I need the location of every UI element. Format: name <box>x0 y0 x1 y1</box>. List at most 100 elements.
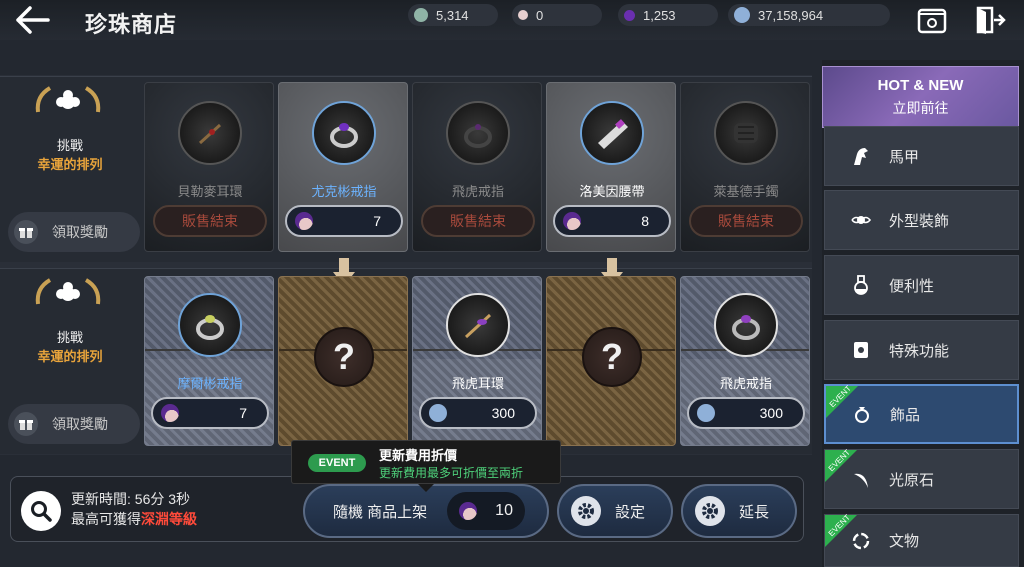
item-name: 洛美因腰帶 <box>579 184 645 199</box>
sidebar-item-horse-armor[interactable]: 馬甲 <box>824 126 1019 186</box>
laurel-wreath-icon <box>35 278 101 305</box>
sidebar-item-label: 特殊功能 <box>889 342 950 360</box>
claim-reward-button[interactable]: 領取獎勵 <box>8 404 140 444</box>
currency-value: 0 <box>536 7 544 23</box>
mystery-card[interactable]: ? <box>546 276 676 446</box>
price-tag: 300 <box>419 397 537 429</box>
sidebar-item-label: 便利性 <box>889 277 935 295</box>
ring-icon <box>330 123 358 148</box>
crystal-icon <box>624 9 635 21</box>
ring-icon <box>464 124 492 148</box>
item-orb <box>178 101 242 165</box>
gift-icon <box>14 412 38 436</box>
shop-card[interactable]: 摩爾彬戒指 7 <box>144 276 274 446</box>
price-value: 7 <box>239 405 247 421</box>
sidebar-item-artifact[interactable]: EVENT 文物 <box>824 513 1019 567</box>
bracelet-icon <box>734 123 758 143</box>
item-orb <box>580 101 644 165</box>
extend-label: 延長 <box>739 503 770 521</box>
sidebar-item-special-function[interactable]: 特殊功能 <box>824 320 1019 380</box>
item-orb <box>714 101 778 165</box>
shop-card[interactable]: 飛虎戒指 300 <box>680 276 810 446</box>
challenge-title: 幸運的排列 <box>37 157 103 172</box>
currency-silver-pearl: 5,314 <box>408 4 498 26</box>
tooltip-title: 更新費用折價 <box>379 448 458 463</box>
price-tag: 300 <box>687 397 805 429</box>
exit-door-icon[interactable] <box>974 4 1006 36</box>
sidebar-item-label: 光原石 <box>889 471 935 489</box>
sidebar-item-label: 外型裝飾 <box>889 212 950 230</box>
earring-icon <box>464 313 492 339</box>
shop-card[interactable]: 貝勒麥耳環 販售結束 <box>144 82 274 252</box>
page-title: 珍珠商店 <box>85 12 178 37</box>
gear-icon <box>571 496 601 526</box>
shop-card[interactable]: 尤克彬戒指 7 <box>278 82 408 252</box>
claim-reward-button[interactable]: 領取獎勵 <box>8 212 140 252</box>
restock-cost: 10 <box>447 492 525 530</box>
max-obtain-label: 最高可獲得 <box>71 511 141 527</box>
challenge-title: 幸運的排列 <box>37 349 103 364</box>
shop-card[interactable]: 飛虎耳環 300 <box>412 276 542 446</box>
shop-card[interactable]: 飛虎戒指 販售結束 <box>412 82 542 252</box>
refresh-time: 更新時間: 56分 3秒 <box>71 491 191 507</box>
item-name: 飛虎耳環 <box>451 376 504 391</box>
item-orb <box>446 293 510 357</box>
scroll-icon <box>849 338 873 362</box>
silver-coin-icon <box>697 404 715 422</box>
bottom-bar: 更新時間: 56分 3秒 最高可獲得深淵等級 隨機 商品上架 10 設定 延長 <box>10 476 804 542</box>
claim-reward-label: 領取獎勵 <box>52 416 108 432</box>
price-tag: 8 <box>553 205 671 237</box>
item-name: 飛虎戒指 <box>451 184 504 199</box>
sidebar-item-accessories[interactable]: EVENT 飾品 <box>824 384 1019 444</box>
currency-silver: 37,158,964 <box>728 4 890 26</box>
sidebar-item-label: 文物 <box>889 533 920 550</box>
top-bar: 珍珠商店 5,314 0 1,253 37,158,964 <box>0 0 1024 40</box>
event-tooltip: EVENT 更新費用折價 更新費用最多可折價至兩折 <box>291 440 561 492</box>
item-name: 貝勒麥耳環 <box>177 184 243 199</box>
item-name: 萊基德手鐲 <box>713 184 779 199</box>
shop-card[interactable]: 萊基德手鐲 販售結束 <box>680 82 810 252</box>
item-orb <box>714 293 778 357</box>
back-arrow-icon[interactable] <box>12 4 52 36</box>
item-name: 飛虎戒指 <box>719 376 772 391</box>
sidebar-item-label: 飾品 <box>890 406 921 424</box>
costume-icon <box>849 208 873 232</box>
sidebar-item-light-stone[interactable]: EVENT 光原石 <box>824 448 1019 509</box>
random-restock-label: 隨機 商品上架 <box>333 503 428 521</box>
restock-cost-value: 10 <box>495 502 513 519</box>
potion-icon <box>849 273 873 297</box>
horse-icon <box>849 144 873 168</box>
search-icon[interactable] <box>21 491 61 531</box>
extend-button[interactable]: 延長 <box>681 484 797 538</box>
price-value: 7 <box>373 213 381 229</box>
currency-pearl: 0 <box>512 4 602 26</box>
earring-icon <box>198 123 222 145</box>
sidebar-item-convenience[interactable]: 便利性 <box>824 255 1019 315</box>
crystal-icon <box>459 502 478 520</box>
sidebar-item-label: 馬甲 <box>889 148 920 166</box>
sidebar-item-costume[interactable]: 外型裝飾 <box>824 190 1019 250</box>
mystery-card[interactable]: ? <box>278 276 408 446</box>
settings-button[interactable]: 設定 <box>557 484 673 538</box>
belt-icon <box>598 119 628 149</box>
shop-card[interactable]: 洛美因腰帶 8 <box>546 82 676 252</box>
currency-value: 5,314 <box>436 7 469 23</box>
sold-out-label: 販售結束 <box>153 205 267 237</box>
sold-out-label: 販售結束 <box>689 205 803 237</box>
question-mark-icon: ? <box>582 327 642 387</box>
price-tag: 7 <box>285 205 403 237</box>
hot-new-banner[interactable]: HOT & NEW 立即前往 <box>822 66 1019 128</box>
abyss-level-label: 深淵等級 <box>141 511 197 527</box>
price-value: 300 <box>759 405 783 421</box>
storage-box-icon[interactable] <box>916 4 948 36</box>
silver-pearl-icon <box>414 8 428 22</box>
challenge-panel-2: 挑戰 幸運的排列 領取獎勵 <box>0 268 140 454</box>
question-mark-icon: ? <box>314 327 374 387</box>
silver-coin-icon <box>429 404 447 422</box>
gear-icon <box>695 496 725 526</box>
gift-icon <box>14 220 38 244</box>
random-restock-button[interactable]: 隨機 商品上架 10 <box>303 484 549 538</box>
price-tag: 7 <box>151 397 269 429</box>
price-value: 8 <box>641 213 649 229</box>
currency-crystal: 1,253 <box>618 4 718 26</box>
